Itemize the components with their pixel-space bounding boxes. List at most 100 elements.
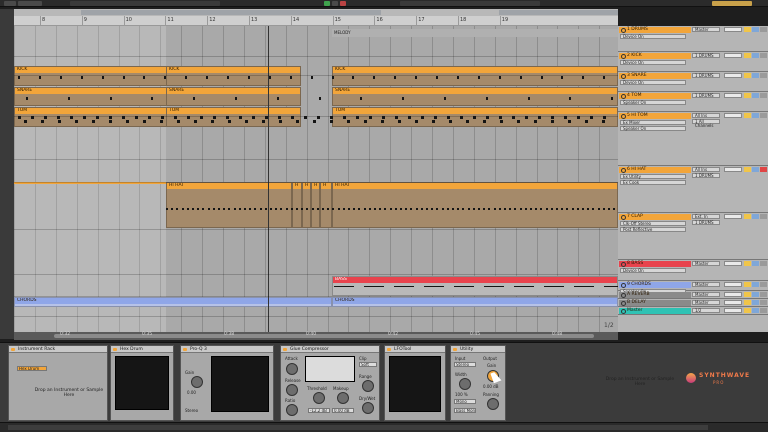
midi-note[interactable] [207,208,210,210]
midi-note[interactable] [446,208,449,210]
glue-threshold-knob[interactable] [313,392,325,404]
midi-note[interactable] [151,97,154,100]
midi-note[interactable] [514,208,517,210]
midi-note[interactable] [449,120,452,123]
clip-chords-1[interactable]: CHORDS [14,297,332,307]
midi-note[interactable] [603,76,606,79]
midi-note[interactable] [228,120,231,123]
midi-note[interactable] [499,116,502,119]
midi-note[interactable] [498,208,501,210]
midi-note[interactable] [143,76,146,79]
track-output-select[interactable]: Master [692,261,720,266]
midi-note[interactable] [285,208,288,210]
midi-note[interactable] [369,116,372,119]
glue-compressor-device[interactable]: Glue Compressor Attack Release Ratio Thr… [280,345,380,421]
midi-note[interactable] [364,120,367,123]
midi-note[interactable] [160,120,163,123]
track-name[interactable]: 1 DRUMS [619,27,691,33]
midi-note[interactable] [379,208,382,210]
midi-note[interactable] [452,208,454,210]
midi-note[interactable] [358,208,361,210]
midi-note[interactable] [400,208,402,210]
midi-note[interactable] [67,97,70,100]
midi-note[interactable] [327,208,330,210]
track-output-select[interactable]: Master [692,282,720,287]
midi-note[interactable] [368,208,371,210]
midi-note[interactable] [426,208,428,210]
midi-note[interactable] [164,76,167,79]
midi-note[interactable] [415,208,418,210]
clip-snare-2[interactable]: SNARE [166,87,301,106]
track-output-select[interactable]: 1 DRUMS [692,53,720,58]
midi-note[interactable] [26,97,28,100]
midi-note[interactable] [434,116,437,119]
track-name[interactable]: 5 HI TOM [619,113,691,119]
midi-note[interactable] [252,116,255,119]
melody-marker[interactable]: MELODY [332,29,618,37]
midi-note[interactable] [227,76,229,79]
playhead[interactable] [268,26,269,332]
midi-note[interactable] [585,120,588,123]
midi-note[interactable] [364,286,384,287]
midi-note[interactable] [58,120,61,123]
midi-note[interactable] [80,76,83,79]
track-solo-button[interactable] [752,292,759,297]
midi-note[interactable] [57,116,60,119]
midi-note[interactable] [398,120,401,123]
midi-note[interactable] [415,76,418,79]
midi-note[interactable] [447,116,450,119]
track-volume[interactable] [724,27,742,32]
midi-note[interactable] [18,116,21,119]
pro-q3-gain-knob[interactable] [191,376,203,388]
midi-note[interactable] [202,208,205,210]
midi-note[interactable] [347,120,350,123]
track-input-select[interactable]: Clk-Off Stereo [620,221,686,226]
glue-ratio-knob[interactable] [286,404,298,416]
track-name[interactable]: 8 BASS [619,261,691,267]
track-arm-button[interactable] [760,282,767,287]
midi-note[interactable] [161,116,164,119]
midi-note[interactable] [519,208,522,210]
midi-note[interactable] [525,116,528,119]
midi-note[interactable] [454,286,474,287]
midi-note[interactable] [611,97,614,100]
midi-note[interactable] [239,116,242,119]
midi-note[interactable] [551,120,554,123]
midi-note[interactable] [582,76,585,79]
track-arm-button[interactable] [760,53,767,58]
midi-note[interactable] [348,208,350,210]
midi-note[interactable] [213,116,216,119]
track-activator-button[interactable] [744,282,751,287]
midi-note[interactable] [394,208,397,210]
track-output-select[interactable]: Master [692,300,720,305]
track-volume[interactable] [724,292,742,297]
utility-bass-mono-toggle[interactable]: Bass Mono [454,408,476,413]
track-header-5[interactable]: 6 HI HAT Ex Utility Ex Cook All Ins 1 DRUMS [618,166,768,213]
midi-note[interactable] [342,208,345,210]
midi-note[interactable] [235,97,237,100]
midi-note[interactable] [473,116,476,119]
tap-button[interactable] [4,1,16,6]
midi-note[interactable] [467,208,470,210]
midi-note[interactable] [330,120,333,123]
rack-chain-hex-drum[interactable]: Hex Drum [17,366,47,371]
midi-note[interactable] [389,208,392,210]
track-input-select[interactable]: Device On [620,80,686,85]
midi-note[interactable] [166,208,168,210]
track-solo-button[interactable] [752,167,759,172]
midi-note[interactable] [194,120,197,123]
midi-note[interactable] [556,208,558,210]
midi-note[interactable] [310,76,313,79]
midi-note[interactable] [436,76,438,79]
track-volume[interactable] [724,261,742,266]
midi-note[interactable] [534,120,537,123]
track-input-select[interactable]: Ex Mixer [620,120,686,125]
midi-note[interactable] [569,97,572,100]
midi-note[interactable] [187,116,190,119]
clip-hihat-h4[interactable]: H [320,182,332,228]
midi-note[interactable] [550,208,553,210]
midi-note[interactable] [135,116,138,119]
midi-note[interactable] [530,208,532,210]
track-volume[interactable] [724,214,742,219]
midi-note[interactable] [96,116,99,119]
